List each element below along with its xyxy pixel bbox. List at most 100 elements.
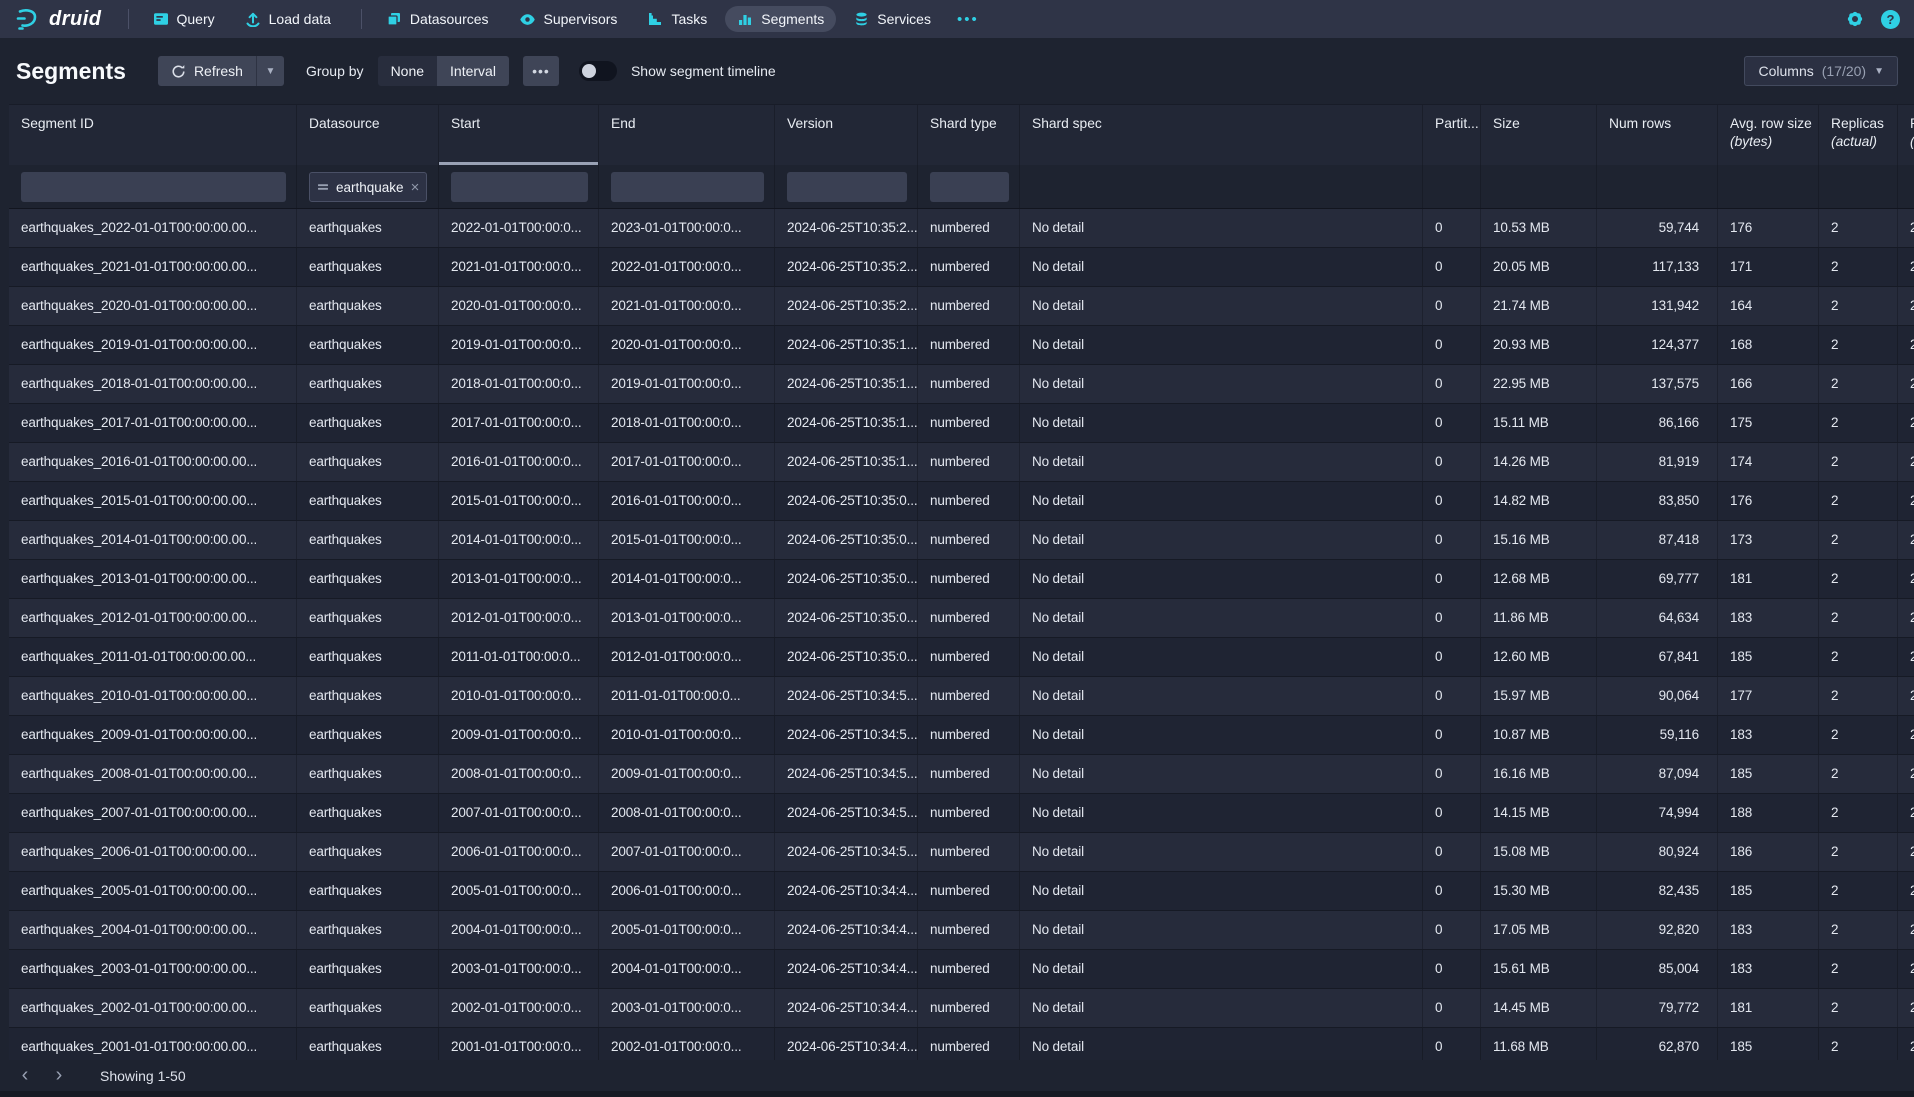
column-header-size[interactable]: Size	[1481, 105, 1597, 165]
segments-icon	[737, 11, 753, 27]
filter-cell-partit	[1423, 165, 1481, 208]
avg-row-size-cell: 186	[1718, 833, 1819, 871]
filter-cell-replicas	[1819, 165, 1898, 208]
segment-id-cell[interactable]: earthquakes_2006-01-01T00:00:00.00...	[9, 833, 297, 871]
replicas-cell: 2	[1819, 833, 1898, 871]
shard-spec-cell: No detail	[1020, 1028, 1423, 1060]
avg-row-size-cell: 183	[1718, 599, 1819, 637]
segment-id-cell[interactable]: earthquakes_2002-01-01T00:00:00.00...	[9, 989, 297, 1027]
replicas-cell: 2	[1819, 248, 1898, 286]
nav-item-query[interactable]: Query	[141, 6, 227, 32]
num-rows-cell: 90,064	[1597, 677, 1718, 715]
version-cell: 2024-06-25T10:35:1...	[775, 326, 918, 364]
segment-id-cell[interactable]: earthquakes_2005-01-01T00:00:00.00...	[9, 872, 297, 910]
end-cell: 2015-01-01T00:00:0...	[599, 521, 775, 559]
column-header-replication-factor[interactable]: Replication factor(configured)	[1898, 105, 1914, 165]
segment-id-cell[interactable]: earthquakes_2001-01-01T00:00:00.00...	[9, 1028, 297, 1060]
column-header-label: Version	[787, 115, 911, 133]
num-rows-cell: 64,634	[1597, 599, 1718, 637]
shard-spec-cell: No detail	[1020, 677, 1423, 715]
datasource-filter-chip[interactable]: earthquake×	[309, 172, 427, 202]
column-header-shard-spec[interactable]: Shard spec	[1020, 105, 1423, 165]
refresh-dropdown-button[interactable]: ▼	[256, 56, 284, 86]
segment-id-cell[interactable]: earthquakes_2003-01-01T00:00:00.00...	[9, 950, 297, 988]
segment-id-cell[interactable]: earthquakes_2009-01-01T00:00:00.00...	[9, 716, 297, 754]
replicas-cell: 2	[1819, 209, 1898, 247]
replication-factor-cell: 2	[1898, 365, 1914, 403]
segment-id-cell[interactable]: earthquakes_2013-01-01T00:00:00.00...	[9, 560, 297, 598]
num-rows-cell: 74,994	[1597, 794, 1718, 832]
segment-id-cell[interactable]: earthquakes_2004-01-01T00:00:00.00...	[9, 911, 297, 949]
segment-id-cell[interactable]: earthquakes_2012-01-01T00:00:00.00...	[9, 599, 297, 637]
columns-button[interactable]: Columns (17/20) ▼	[1744, 56, 1898, 86]
start-cell: 2018-01-01T00:00:0...	[439, 365, 599, 403]
size-cell: 21.74 MB	[1481, 287, 1597, 325]
replication-factor-cell: 2	[1898, 599, 1914, 637]
druid-logo[interactable]: druid	[14, 6, 102, 32]
prev-page-button[interactable]: ‹	[10, 1062, 40, 1090]
nav-item-load-data[interactable]: Load data	[233, 6, 343, 32]
replication-factor-cell: 2	[1898, 716, 1914, 754]
replicas-cell: 2	[1819, 872, 1898, 910]
filter-input-version[interactable]	[787, 172, 907, 202]
logo-wordmark: druid	[49, 8, 102, 31]
num-rows-cell: 87,094	[1597, 755, 1718, 793]
remove-filter-icon[interactable]: ×	[411, 180, 420, 195]
replicas-cell: 2	[1819, 989, 1898, 1027]
nav-item-supervisors[interactable]: Supervisors	[507, 6, 630, 33]
nav-more-button[interactable]: •••	[949, 7, 987, 32]
gear-icon[interactable]	[1845, 9, 1865, 29]
replicas-cell: 2	[1819, 950, 1898, 988]
column-header-partit[interactable]: Partit...	[1423, 105, 1481, 165]
nav-item-datasources[interactable]: Datasources	[374, 6, 501, 32]
segment-timeline-toggle[interactable]	[579, 61, 617, 81]
column-header-version[interactable]: Version	[775, 105, 918, 165]
table-filter-row: earthquake×	[9, 165, 1914, 209]
table-row: earthquakes_2015-01-01T00:00:00.00...ear…	[9, 482, 1914, 521]
segment-id-cell[interactable]: earthquakes_2010-01-01T00:00:00.00...	[9, 677, 297, 715]
refresh-button[interactable]: Refresh	[158, 56, 256, 86]
start-cell: 2019-01-01T00:00:0...	[439, 326, 599, 364]
group-by-none-button[interactable]: None	[378, 56, 437, 86]
start-cell: 2009-01-01T00:00:0...	[439, 716, 599, 754]
filter-input-segment-id[interactable]	[21, 172, 286, 202]
segment-id-cell[interactable]: earthquakes_2007-01-01T00:00:00.00...	[9, 794, 297, 832]
help-icon[interactable]: ?	[1881, 10, 1900, 29]
segment-id-cell[interactable]: earthquakes_2016-01-01T00:00:00.00...	[9, 443, 297, 481]
avg-row-size-cell: 176	[1718, 209, 1819, 247]
segment-id-cell[interactable]: earthquakes_2014-01-01T00:00:00.00...	[9, 521, 297, 559]
segment-id-cell[interactable]: earthquakes_2017-01-01T00:00:00.00...	[9, 404, 297, 442]
num-rows-cell: 82,435	[1597, 872, 1718, 910]
column-header-shard-type[interactable]: Shard type	[918, 105, 1020, 165]
column-header-end[interactable]: End	[599, 105, 775, 165]
nav-item-tasks[interactable]: Tasks	[635, 6, 719, 32]
shard-spec-cell: No detail	[1020, 872, 1423, 910]
replication-factor-cell: 2	[1898, 989, 1914, 1027]
segment-id-cell[interactable]: earthquakes_2021-01-01T00:00:00.00...	[9, 248, 297, 286]
nav-item-segments[interactable]: Segments	[725, 6, 836, 32]
group-by-interval-button[interactable]: Interval	[437, 56, 509, 86]
next-page-button[interactable]: ›	[44, 1062, 74, 1090]
header-more-button[interactable]: •••	[523, 56, 559, 86]
segment-id-cell[interactable]: earthquakes_2008-01-01T00:00:00.00...	[9, 755, 297, 793]
segment-id-cell[interactable]: earthquakes_2019-01-01T00:00:00.00...	[9, 326, 297, 364]
column-header-avg-row-size[interactable]: Avg. row size(bytes)	[1718, 105, 1819, 165]
segment-id-cell[interactable]: earthquakes_2018-01-01T00:00:00.00...	[9, 365, 297, 403]
segment-id-cell[interactable]: earthquakes_2015-01-01T00:00:00.00...	[9, 482, 297, 520]
segment-id-cell[interactable]: earthquakes_2011-01-01T00:00:00.00...	[9, 638, 297, 676]
column-header-replicas[interactable]: Replicas(actual)	[1819, 105, 1898, 165]
filter-input-shard-type[interactable]	[930, 172, 1009, 202]
column-header-datasource[interactable]: Datasource	[297, 105, 439, 165]
segment-id-cell[interactable]: earthquakes_2022-01-01T00:00:00.00...	[9, 209, 297, 247]
filter-input-start[interactable]	[451, 172, 588, 202]
column-header-segment-id[interactable]: Segment ID	[9, 105, 297, 165]
filter-cell-replication-factor	[1898, 165, 1914, 208]
table-row: earthquakes_2001-01-01T00:00:00.00...ear…	[9, 1028, 1914, 1060]
column-header-sublabel: (actual)	[1831, 133, 1891, 151]
nav-item-services[interactable]: Services	[842, 6, 943, 32]
segment-id-cell[interactable]: earthquakes_2020-01-01T00:00:00.00...	[9, 287, 297, 325]
filter-input-end[interactable]	[611, 172, 764, 202]
column-header-start[interactable]: Start	[439, 105, 599, 165]
column-header-num-rows[interactable]: Num rows	[1597, 105, 1718, 165]
start-cell: 2005-01-01T00:00:0...	[439, 872, 599, 910]
